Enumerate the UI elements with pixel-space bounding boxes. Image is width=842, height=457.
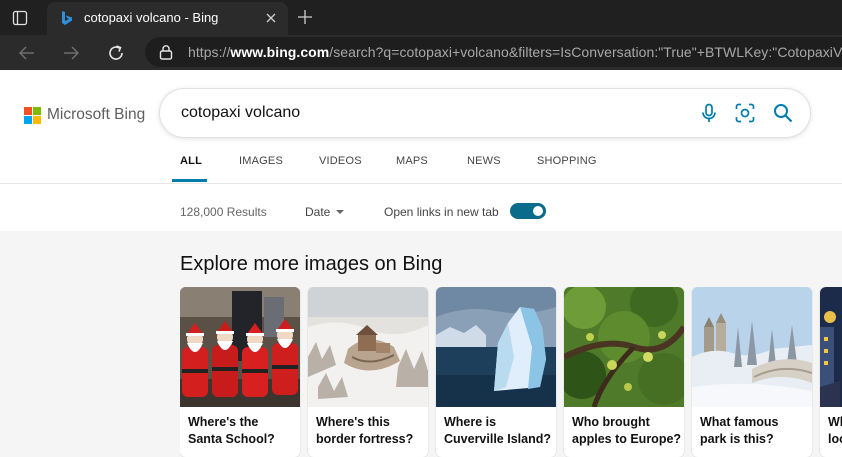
url-host: www.bing.com bbox=[230, 44, 330, 60]
tab-title: cotopaxi volcano - Bing bbox=[84, 10, 219, 25]
card-caption: Where is Cuverville Island? bbox=[444, 414, 554, 448]
card-caption-line: What famous bbox=[700, 415, 779, 429]
card-caption-line: park is this? bbox=[700, 432, 774, 446]
tools-bar: 128,000 Results Date Open links in new t… bbox=[0, 200, 842, 224]
close-tab-icon[interactable] bbox=[263, 10, 279, 26]
city-lights-photo bbox=[820, 287, 842, 407]
iceberg-photo bbox=[436, 287, 556, 407]
card-caption: What famous park is this? bbox=[700, 414, 810, 448]
microphone-icon[interactable] bbox=[698, 102, 720, 124]
card-caption-line: loc bbox=[828, 432, 842, 446]
chevron-down-icon bbox=[336, 210, 345, 214]
card-caption-line: apples to Europe? bbox=[572, 432, 682, 446]
explore-card[interactable]: Where's this border fortress? bbox=[308, 287, 428, 457]
address-bar[interactable]: https://www.bing.com/search?q=cotopaxi+v… bbox=[145, 37, 842, 67]
new-tab-plus-icon[interactable] bbox=[294, 6, 316, 28]
tab-maps[interactable]: MAPS bbox=[396, 155, 428, 167]
date-filter-dropdown[interactable]: Date bbox=[305, 205, 345, 219]
card-caption-line: Where's this bbox=[316, 415, 390, 429]
explore-card[interactable]: Where is Cuverville Island? bbox=[436, 287, 556, 457]
explore-card[interactable]: Where's the Santa School? bbox=[180, 287, 300, 457]
logo-text: Microsoft Bing bbox=[47, 106, 146, 123]
url-text[interactable]: https://www.bing.com/search?q=cotopaxi+v… bbox=[188, 44, 842, 60]
url-path: /search?q=cotopaxi+volcano&filters=IsCon… bbox=[329, 44, 842, 60]
lock-icon[interactable] bbox=[158, 44, 174, 60]
microsoft-bing-logo[interactable]: Microsoft Bing bbox=[24, 105, 145, 125]
snowy-park-photo bbox=[692, 287, 812, 407]
tab-actions-icon[interactable] bbox=[10, 8, 30, 28]
card-caption: Where's this border fortress? bbox=[316, 414, 426, 448]
tab-shopping[interactable]: SHOPPING bbox=[537, 155, 597, 167]
browser-navbar: https://www.bing.com/search?q=cotopaxi+v… bbox=[0, 35, 842, 70]
snowy-fortress-photo bbox=[308, 287, 428, 407]
search-input[interactable]: cotopaxi volcano bbox=[181, 104, 300, 122]
date-filter-label: Date bbox=[305, 205, 331, 219]
url-scheme: https:// bbox=[188, 44, 231, 60]
browser-tab[interactable]: cotopaxi volcano - Bing bbox=[47, 2, 288, 35]
explore-section-title: Explore more images on Bing bbox=[180, 253, 443, 275]
explore-card[interactable]: Wh loc bbox=[820, 287, 842, 457]
tab-videos[interactable]: VIDEOS bbox=[319, 155, 362, 167]
apple-tree-photo bbox=[564, 287, 684, 407]
card-caption-line: border fortress? bbox=[316, 432, 414, 446]
open-links-label: Open links in new tab bbox=[384, 205, 499, 219]
search-icon[interactable] bbox=[772, 102, 794, 124]
card-caption-line: Where's the bbox=[188, 415, 259, 429]
tab-all[interactable]: ALL bbox=[180, 155, 202, 167]
browser-titlebar: cotopaxi volcano - Bing bbox=[0, 0, 842, 35]
scope-tabs: ALL IMAGES VIDEOS MAPS NEWS SHOPPING bbox=[0, 148, 842, 184]
back-arrow-icon[interactable] bbox=[14, 40, 40, 66]
bing-header: Microsoft Bing cotopaxi volcano ALL IMAG… bbox=[0, 70, 842, 231]
explore-card[interactable]: What famous park is this? bbox=[692, 287, 812, 457]
microsoft-logo-icon bbox=[24, 106, 41, 124]
card-caption: Wh loc bbox=[828, 414, 842, 448]
forward-arrow-icon[interactable] bbox=[58, 40, 84, 66]
bing-favicon-icon bbox=[59, 10, 75, 26]
refresh-icon[interactable] bbox=[103, 40, 129, 66]
header-divider bbox=[0, 183, 842, 184]
search-box[interactable]: cotopaxi volcano bbox=[160, 89, 810, 137]
visual-search-camera-icon[interactable] bbox=[734, 102, 756, 124]
toggle-knob bbox=[533, 206, 543, 216]
explore-cards: Where's the Santa School? Where's this b… bbox=[180, 287, 842, 457]
card-caption-line: Cuverville Island? bbox=[444, 432, 551, 446]
card-caption-line: Who brought bbox=[572, 415, 650, 429]
tab-images[interactable]: IMAGES bbox=[239, 155, 283, 167]
bing-page: Microsoft Bing cotopaxi volcano ALL IMAG… bbox=[0, 70, 842, 457]
result-count: 128,000 Results bbox=[180, 205, 267, 219]
card-caption: Where's the Santa School? bbox=[188, 414, 298, 448]
card-caption-line: Wh bbox=[828, 415, 842, 429]
card-caption-line: Santa School? bbox=[188, 432, 275, 446]
card-caption: Who brought apples to Europe? bbox=[572, 414, 682, 448]
explore-card[interactable]: Who brought apples to Europe? bbox=[564, 287, 684, 457]
tab-news[interactable]: NEWS bbox=[467, 155, 501, 167]
open-links-toggle[interactable] bbox=[510, 203, 546, 219]
santas-photo bbox=[180, 287, 300, 407]
card-caption-line: Where is bbox=[444, 415, 497, 429]
active-tab-indicator bbox=[172, 179, 207, 182]
